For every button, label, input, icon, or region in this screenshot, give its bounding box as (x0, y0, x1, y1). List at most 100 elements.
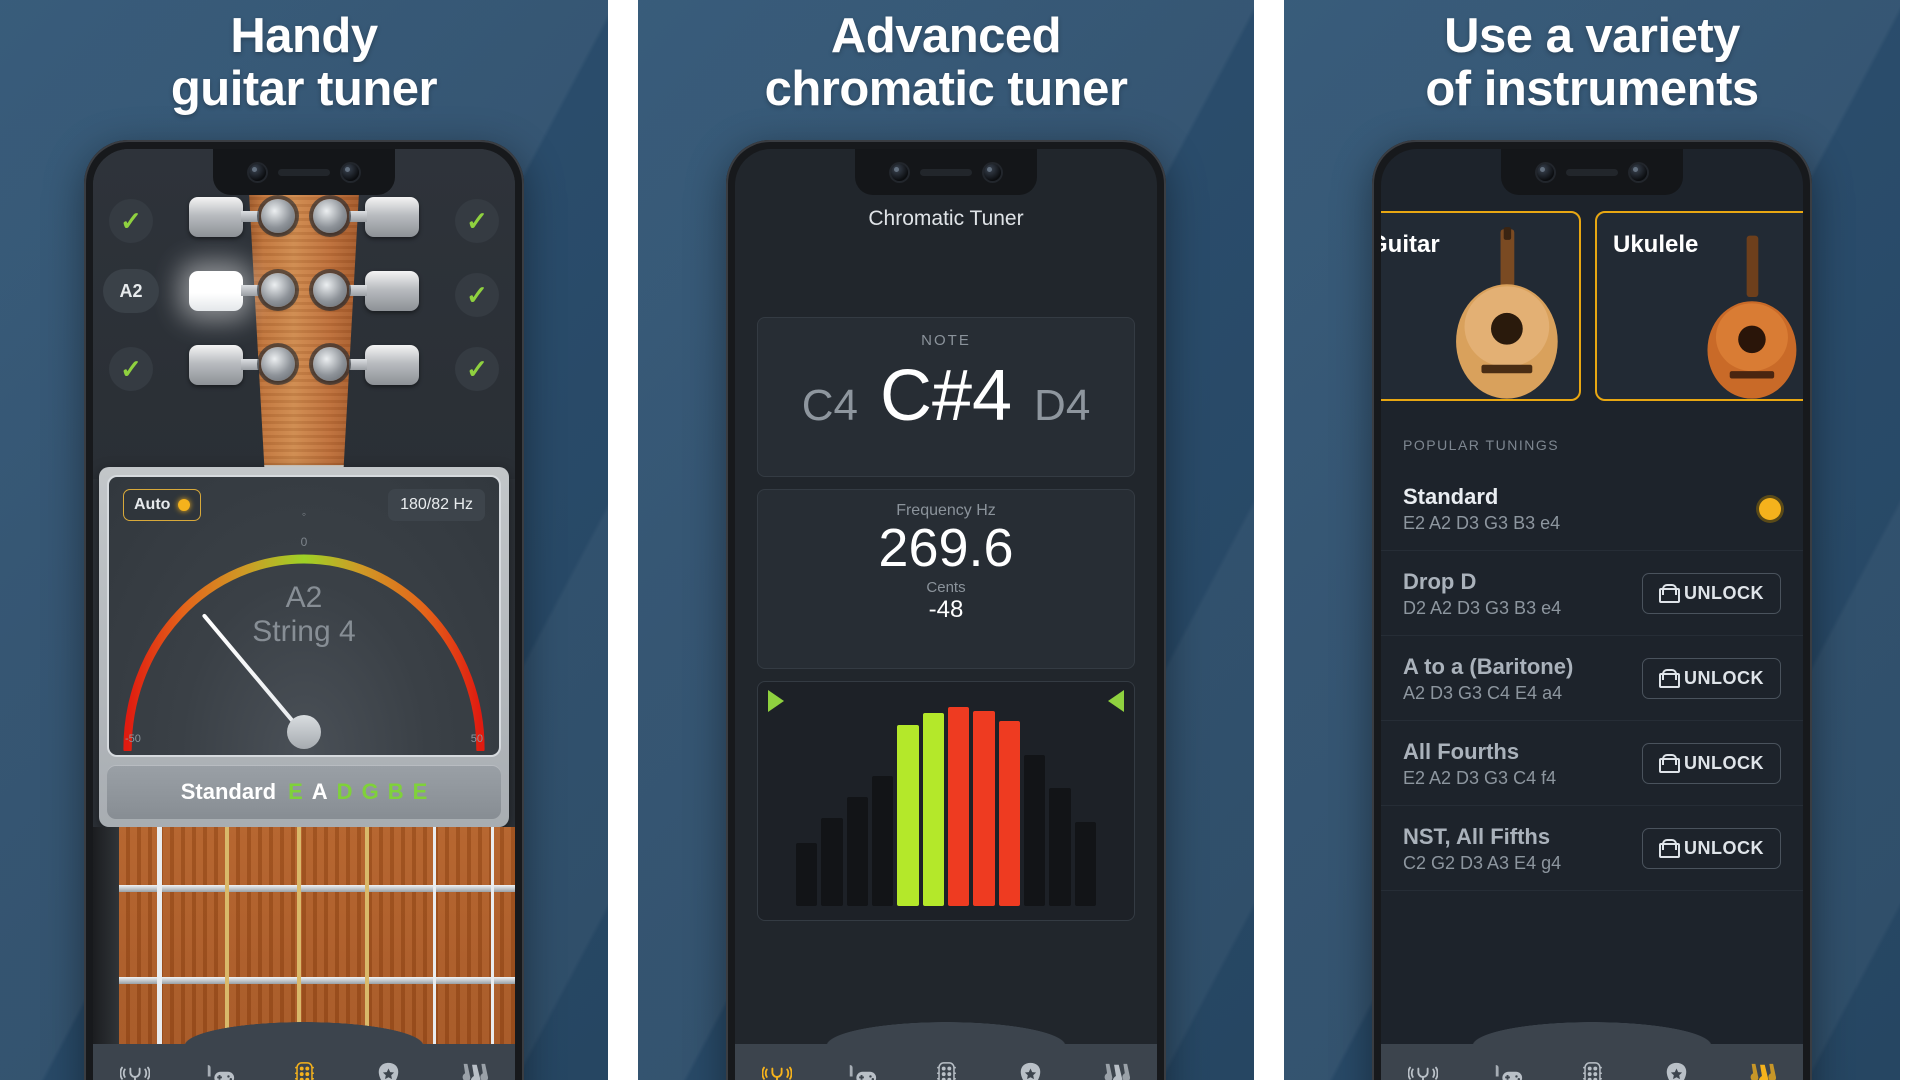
tuning-note-B[interactable]: B (388, 779, 404, 805)
instrument-card-label: Guitar (1381, 231, 1440, 258)
tuning-row[interactable]: All Fourths E2 A2 D3 G3 C4 f4 UNLOCK (1381, 722, 1803, 806)
nav-item-chromatic[interactable]: Chromatic (93, 1053, 177, 1080)
tuning-row[interactable]: Standard E2 A2 D3 G3 B3 e4 (1381, 467, 1803, 551)
gear-icon (261, 199, 295, 233)
unlock-button[interactable]: UNLOCK (1642, 828, 1781, 869)
gamepad-icon (204, 1061, 236, 1080)
tuning-row-text: Drop D D2 A2 D3 G3 B3 e4 (1403, 569, 1642, 619)
tuning-name: NST, All Fifths (1403, 823, 1551, 849)
tuning-peg[interactable] (349, 271, 419, 311)
nav-item-guitars[interactable]: Guitars (1719, 1053, 1803, 1080)
fret-wire (119, 885, 515, 892)
camera-icon (891, 163, 908, 181)
dial-note: A2 (285, 581, 323, 614)
tuning-row[interactable]: Drop D D2 A2 D3 G3 B3 e4 UNLOCK (1381, 552, 1803, 636)
nav-item-games[interactable]: Games (1465, 1053, 1549, 1080)
phone-screen-3: GuitarUkuleleG POPULAR TUNINGS StandardE… (1381, 149, 1803, 1080)
unlock-label: UNLOCK (1684, 668, 1764, 688)
headstock-icon (1581, 1061, 1604, 1080)
chromatic-wave-icon (762, 1061, 793, 1080)
tuning-selected-indicator[interactable] (1759, 497, 1781, 520)
instrument-card-guitar[interactable]: Guitar (1381, 211, 1581, 401)
nav-item-premium[interactable]: Premium (988, 1053, 1072, 1080)
tuning-note-G[interactable]: G (362, 779, 379, 805)
bottom-navigation-3: ChromaticGamesTunerPremiumGuitars (1381, 1022, 1803, 1080)
note-next: D4 (1034, 381, 1091, 430)
unlock-button[interactable]: UNLOCK (1642, 743, 1781, 784)
lock-icon (1659, 669, 1680, 688)
phone-mockup-3: GuitarUkuleleG POPULAR TUNINGS StandardE… (1372, 140, 1812, 1080)
phone-screen-1: ✓ A2 ✓ ✓ ✓ ✓ Auto 180/82 Hz ◦ 0 A2 Strin… (93, 149, 515, 1080)
tuning-note-E[interactable]: E (413, 779, 428, 805)
nav-item-chromatic[interactable]: Chromatic (1381, 1053, 1465, 1080)
gear-icon (261, 273, 295, 307)
speaker-grill (920, 168, 972, 176)
tuning-peg-active[interactable] (189, 271, 259, 311)
nav-item-premium[interactable]: Premium (1634, 1053, 1718, 1080)
tuning-peg[interactable] (189, 345, 259, 385)
nav-item-tuner[interactable]: Tuner (1550, 1053, 1634, 1080)
nav-item-guitars[interactable]: Guitars (1073, 1053, 1157, 1080)
tuning-name: Drop D (1403, 568, 1477, 594)
dial-string: String 4 (252, 614, 356, 648)
phone-notch (1501, 149, 1683, 195)
meter-bar (998, 721, 1020, 906)
auto-mode-button[interactable]: Auto (123, 489, 202, 521)
meter-bar (973, 710, 995, 906)
gamepad-icon (1492, 1061, 1524, 1080)
unlock-button[interactable]: UNLOCK (1642, 658, 1781, 699)
headline-line-1: Advanced (830, 9, 1062, 63)
auto-label: Auto (134, 496, 171, 513)
tuning-preset-notes: EADGBE (288, 779, 427, 805)
speaker-grill (1566, 168, 1618, 176)
nav-item-games[interactable]: Games (177, 1053, 261, 1080)
nav-item-premium[interactable]: Premium (346, 1053, 430, 1080)
nav-item-guitars[interactable]: Guitars (431, 1053, 515, 1080)
screenshot-root: Handy guitar tuner ✓ A2 ✓ ✓ ✓ ✓ Auto 180… (0, 0, 1920, 1080)
note-current: C#4 (879, 356, 1013, 436)
tuning-peg[interactable] (189, 197, 259, 237)
tuning-note-A[interactable]: A (312, 779, 328, 805)
tuning-row[interactable]: A to a (Baritone) A2 D3 G3 C4 E4 a4 UNLOCK (1381, 637, 1803, 721)
instrument-image (1445, 225, 1573, 399)
pick-star-icon (1664, 1061, 1689, 1080)
gear-icon (313, 273, 347, 307)
string-note-badge[interactable]: A2 (103, 269, 159, 313)
tuning-peg[interactable] (349, 197, 419, 237)
phone-notch (213, 149, 395, 195)
string-tuned-check: ✓ (455, 273, 499, 317)
popular-tunings-header: POPULAR TUNINGS (1403, 437, 1560, 453)
pick-star-icon (1018, 1061, 1043, 1080)
note-previous: C4 (801, 381, 858, 430)
dial-scale-max: 50 (470, 733, 483, 745)
frequency-value: 269.6 (878, 518, 1014, 578)
camera-icon (984, 163, 1001, 181)
guitar-headstock-graphic: ✓ A2 ✓ ✓ ✓ ✓ (93, 149, 515, 479)
tuning-row[interactable]: NST, All Fifths C2 G2 D3 A3 E4 g4 UNLOCK (1381, 807, 1803, 891)
camera-icon (1630, 163, 1647, 181)
tuning-peg[interactable] (349, 345, 419, 385)
phone-mockup-1: ✓ A2 ✓ ✓ ✓ ✓ Auto 180/82 Hz ◦ 0 A2 Strin… (84, 140, 524, 1080)
phone-mockup-2: Chromatic Tuner NOTE C4 C#4 D4 Frequency… (726, 140, 1166, 1080)
unlock-button[interactable]: UNLOCK (1642, 573, 1781, 614)
dial-hub (287, 715, 321, 749)
instrument-card-ukulele[interactable]: Ukulele (1595, 211, 1803, 401)
nav-item-games[interactable]: Games (819, 1053, 903, 1080)
tuning-note-D[interactable]: D (337, 779, 353, 805)
panel-1-headline: Handy guitar tuner (0, 0, 608, 116)
tuning-preset-bar[interactable]: Standard EADGBE (107, 765, 501, 819)
string-tuned-check: ✓ (455, 347, 499, 391)
headstock-icon (935, 1061, 958, 1080)
meter-bar (821, 817, 843, 906)
nav-item-chromatic[interactable]: Chromatic (735, 1053, 819, 1080)
nav-item-tuner[interactable]: Tuner (904, 1053, 988, 1080)
speaker-grill (278, 168, 330, 176)
frequency-card: Frequency Hz 269.6 Cents -48 (757, 489, 1135, 669)
note-row: C4 C#4 D4 (758, 355, 1134, 437)
frequency-label: Frequency Hz (896, 502, 996, 519)
tuning-note-E[interactable]: E (288, 779, 303, 805)
dial-readout: A2 String 4 (109, 581, 499, 648)
instrument-card-carousel[interactable]: GuitarUkuleleG (1381, 211, 1803, 401)
lock-icon (1659, 754, 1680, 773)
nav-item-tuner[interactable]: Tuner (262, 1053, 346, 1080)
